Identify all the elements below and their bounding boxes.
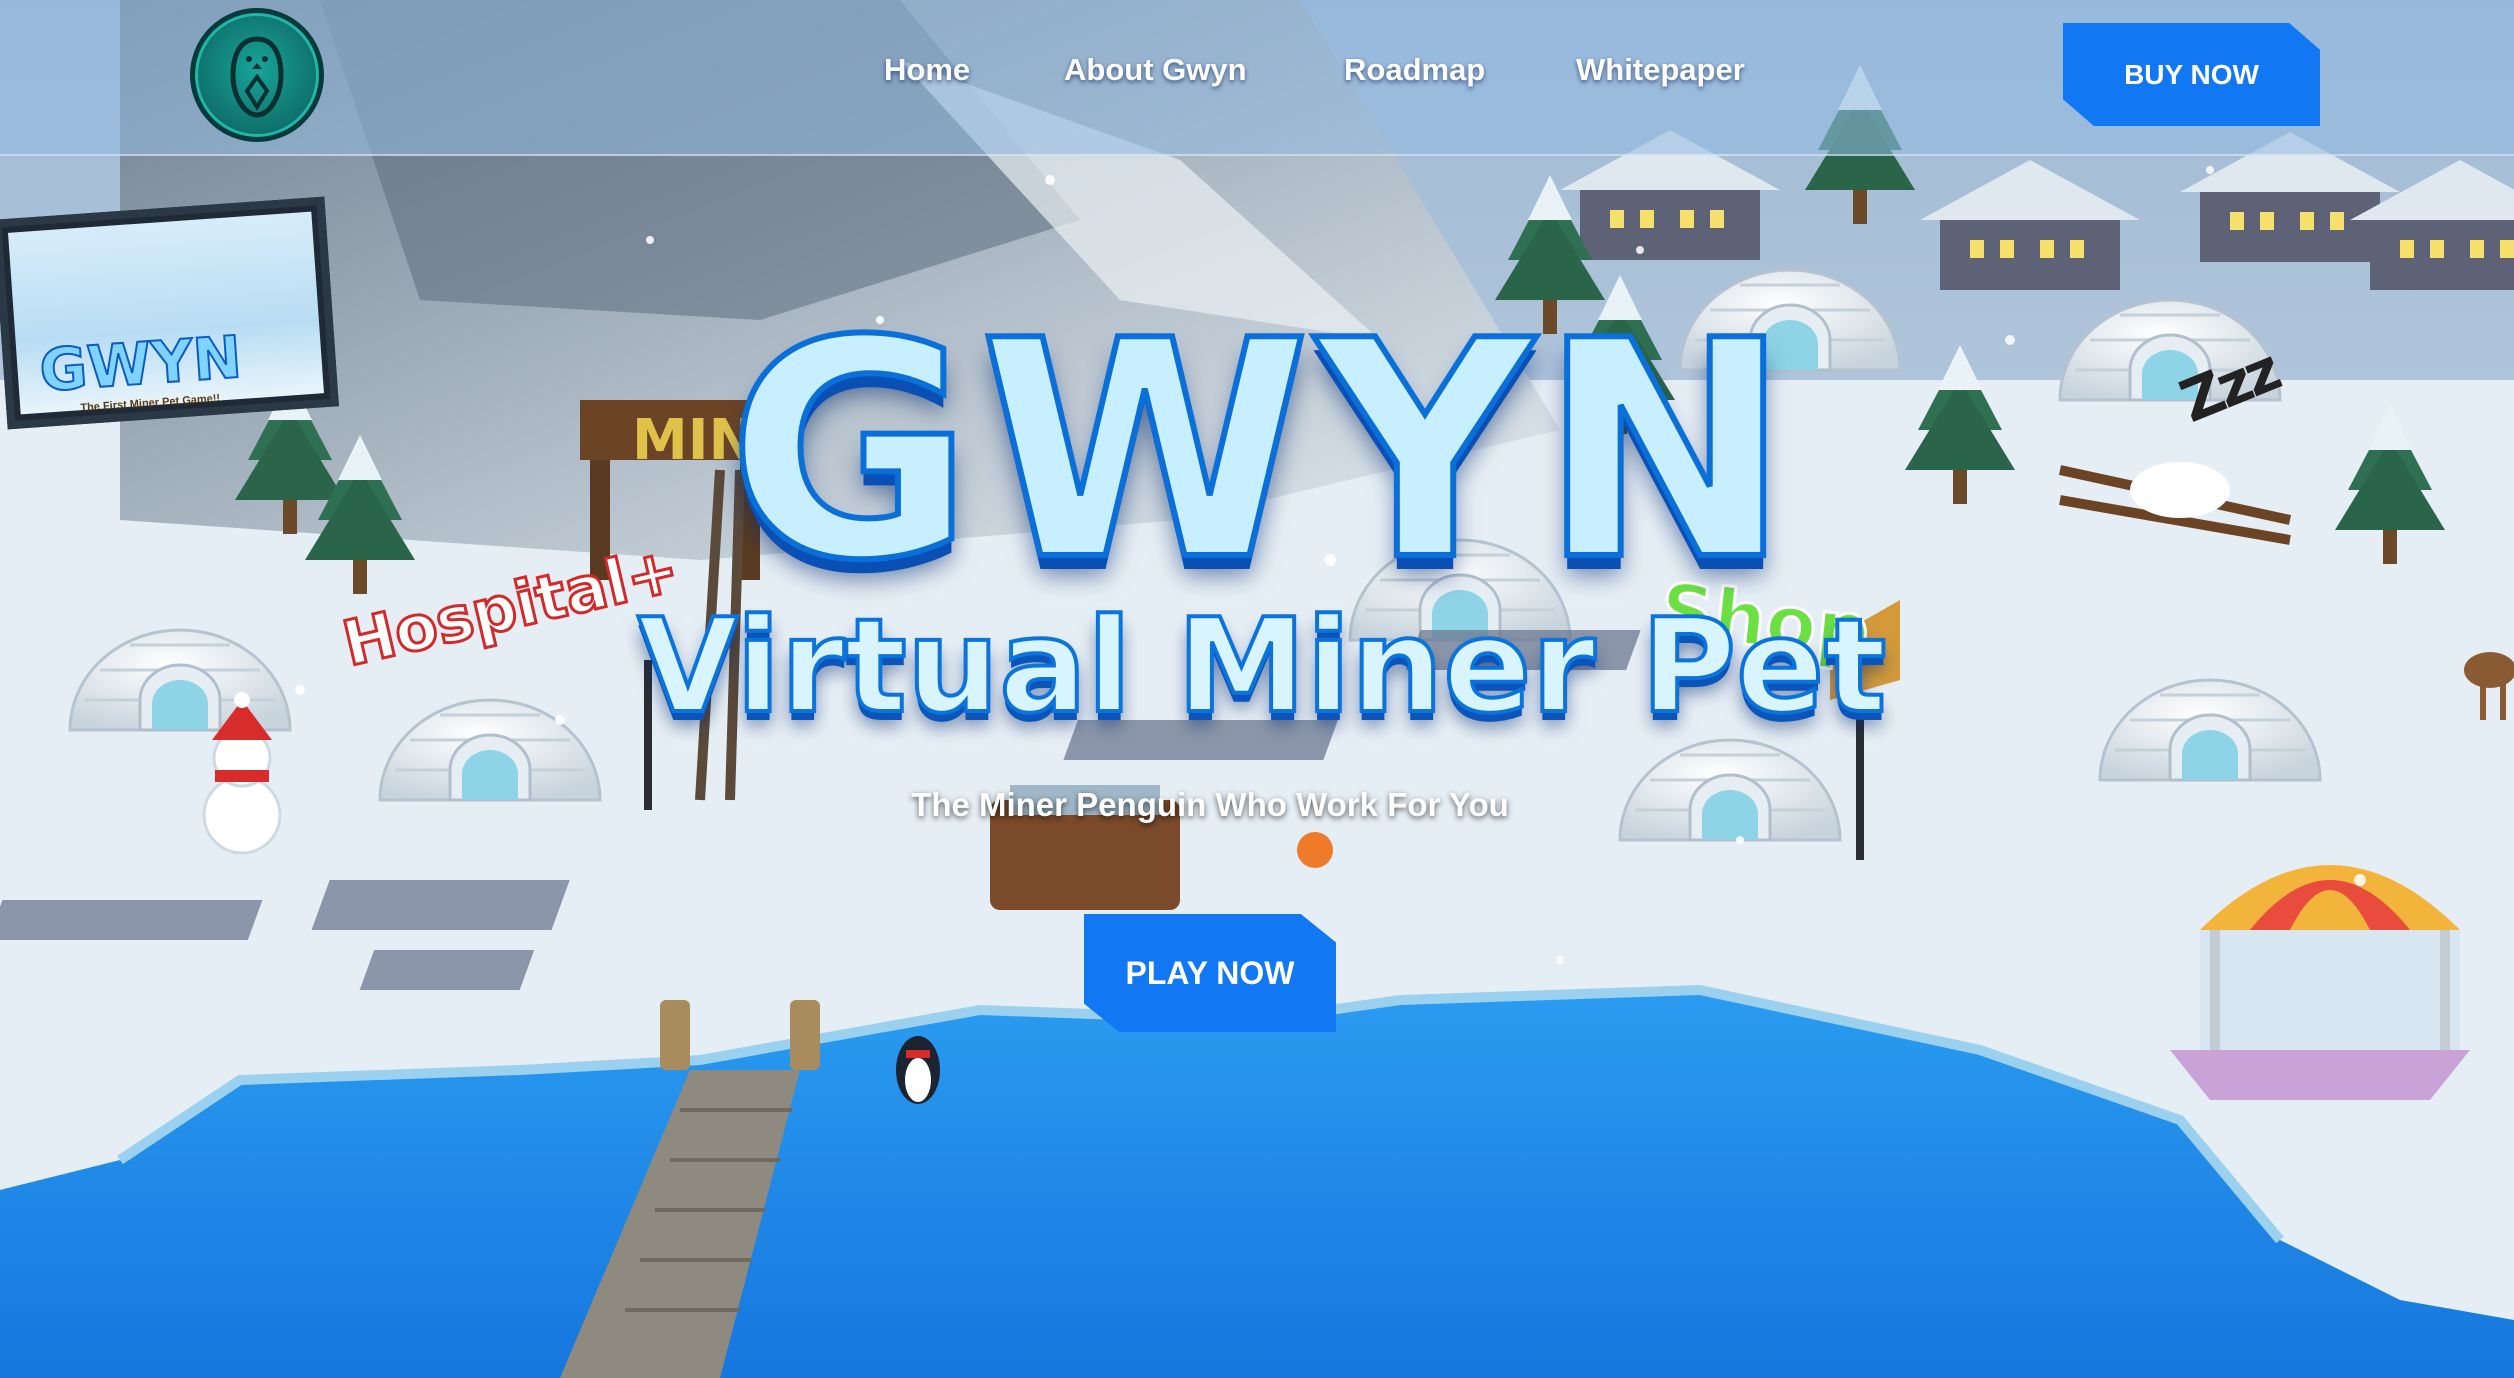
site-header: Home About Gwyn Roadmap Whitepaper BUY N… [0,0,2514,156]
nav-home[interactable]: Home [884,52,970,88]
logo[interactable] [190,8,324,142]
buy-now-button[interactable]: BUY NOW [2063,23,2320,126]
hero-title: GWYN [724,277,1797,626]
nav-roadmap[interactable]: Roadmap [1344,52,1485,88]
hero-tagline: The Miner Penguin Who Work For You [911,786,1509,823]
nav-whitepaper[interactable]: Whitepaper [1576,52,1745,88]
hero-subtitle: Virtual Miner Pet [636,590,1889,742]
play-now-button[interactable]: PLAY NOW [1084,914,1336,1032]
nav-about-gwyn[interactable]: About Gwyn [1064,52,1247,88]
penguin-gem-icon [230,36,284,118]
